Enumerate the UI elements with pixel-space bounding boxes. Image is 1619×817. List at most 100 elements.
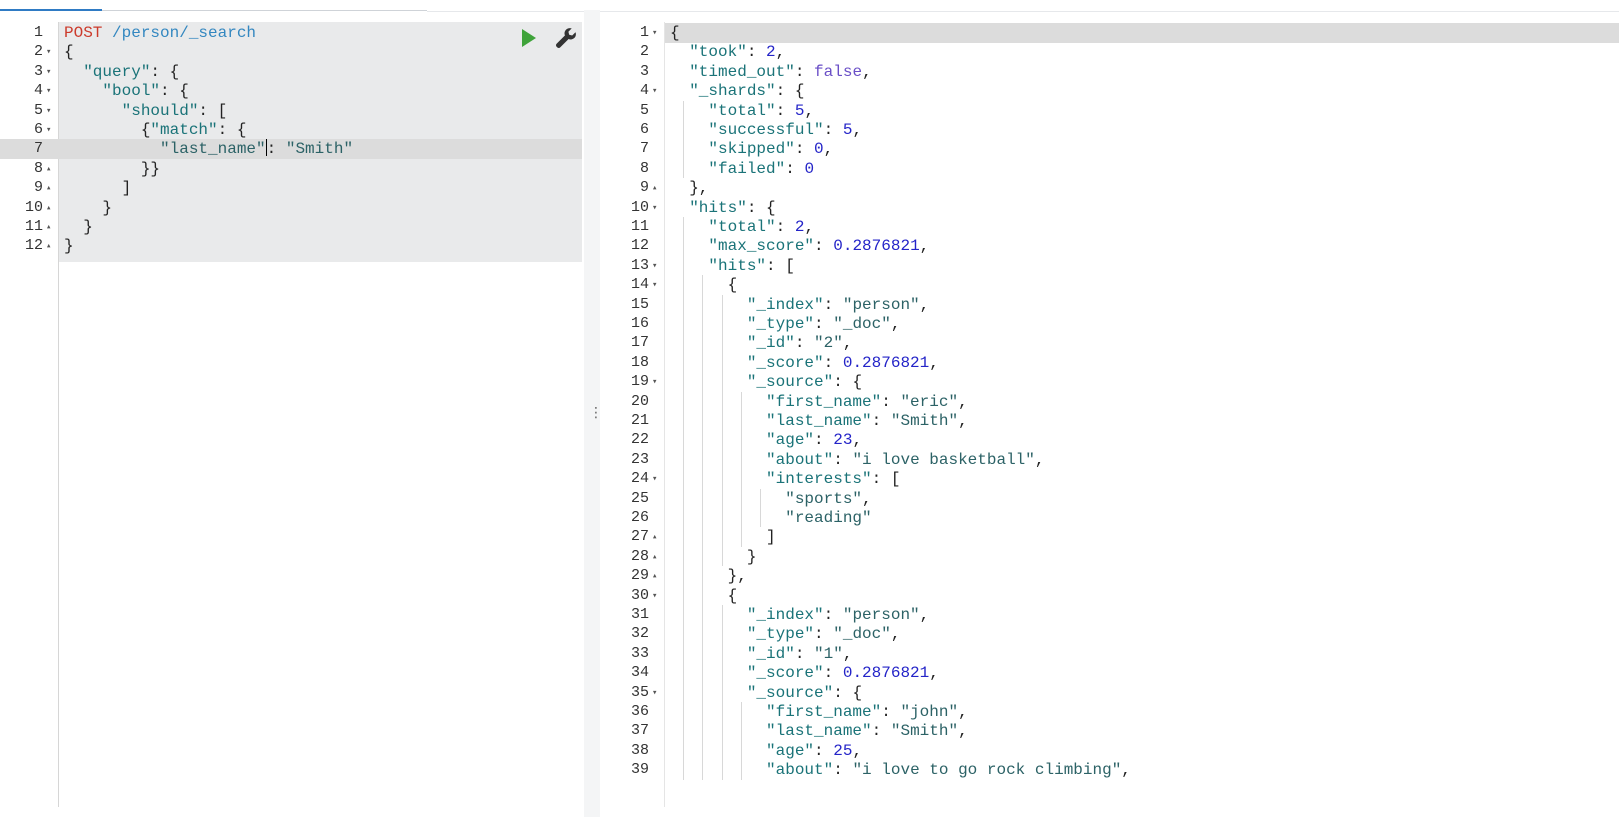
code-text[interactable]: "query": { (64, 62, 179, 82)
indent-guide (683, 217, 685, 780)
line-number: 3 (639, 62, 649, 80)
response-line: 26 "reading" (602, 508, 1619, 528)
code-text[interactable]: "_index": "person", (670, 295, 929, 315)
code-text[interactable]: "total": 5, (670, 101, 814, 121)
request-line: 4 ▾ "bool": { (0, 81, 582, 101)
code-text[interactable]: "first_name": "john", (670, 702, 968, 722)
code-text[interactable]: POST /person/_search (64, 23, 256, 43)
code-text[interactable]: { (670, 275, 738, 295)
code-text[interactable]: "_score": 0.2876821, (670, 353, 939, 373)
fold-down-icon[interactable]: ▾ (46, 120, 51, 140)
line-number: 6 (33, 121, 43, 138)
line-number: 9 (639, 179, 649, 197)
code-text[interactable]: }, (670, 178, 708, 198)
code-text[interactable]: "should": [ (64, 101, 228, 121)
fold-up-icon[interactable]: ▴ (46, 217, 51, 237)
fold-down-icon[interactable]: ▾ (652, 683, 657, 703)
response-line: 16 "_type": "_doc", (602, 314, 1619, 334)
code-text[interactable]: { (64, 42, 74, 62)
code-text[interactable]: "_score": 0.2876821, (670, 663, 939, 683)
fold-down-icon[interactable]: ▾ (652, 372, 657, 392)
fold-down-icon[interactable]: ▾ (652, 81, 657, 101)
fold-down-icon[interactable]: ▾ (652, 198, 657, 218)
code-text[interactable]: "_shards": { (670, 81, 804, 101)
fold-up-icon[interactable]: ▴ (46, 198, 51, 218)
line-number: 5 (33, 101, 43, 119)
fold-up-icon[interactable]: ▴ (46, 236, 51, 256)
code-text[interactable]: { (670, 586, 738, 606)
request-editor[interactable]: 1 POST /person/_search 2 ▾{3 ▾ "query": {4 ▾ … (0, 22, 582, 807)
fold-up-icon[interactable]: ▴ (652, 527, 657, 547)
code-text[interactable]: "bool": { (64, 81, 188, 101)
code-text[interactable]: ] (670, 527, 776, 547)
line-number: 18 (630, 353, 649, 371)
fold-up-icon[interactable]: ▴ (46, 178, 51, 198)
code-text[interactable]: "_source": { (670, 372, 862, 392)
code-text[interactable]: "_type": "_doc", (670, 314, 901, 334)
code-text[interactable]: "age": 25, (670, 741, 862, 761)
fold-down-icon[interactable]: ▾ (652, 275, 657, 295)
code-text[interactable]: } (64, 217, 93, 237)
code-text[interactable]: "_id": "2", (670, 333, 853, 353)
code-text[interactable]: "last_name": "Smith" (64, 139, 353, 159)
fold-down-icon[interactable]: ▾ (46, 42, 51, 62)
fold-down-icon[interactable]: ▾ (46, 101, 51, 121)
code-text[interactable]: "_type": "_doc", (670, 624, 901, 644)
code-text[interactable]: } (64, 198, 112, 218)
code-text[interactable]: "_id": "1", (670, 644, 853, 664)
active-tab-indicator[interactable] (0, 9, 102, 11)
response-viewer[interactable]: 1 ▾{2 "took": 2, 3 "timed_out": false, 4 ▾ "… (602, 22, 1619, 807)
code-text[interactable]: "took": 2, (670, 42, 785, 62)
line-number: 5 (639, 101, 649, 119)
code-text[interactable]: "max_score": 0.2876821, (670, 236, 929, 256)
fold-down-icon[interactable]: ▾ (652, 256, 657, 276)
code-text[interactable]: }} (64, 159, 160, 179)
code-text[interactable]: }, (670, 566, 747, 586)
code-text[interactable]: {"match": { (64, 120, 247, 140)
code-text[interactable]: "first_name": "eric", (670, 392, 968, 412)
code-text[interactable]: "interests": [ (670, 469, 900, 489)
code-text[interactable]: "_index": "person", (670, 605, 929, 625)
fold-up-icon[interactable]: ▴ (652, 566, 657, 586)
fold-down-icon[interactable]: ▾ (652, 586, 657, 606)
fold-down-icon[interactable]: ▾ (46, 62, 51, 82)
code-text[interactable]: "failed": 0 (670, 159, 814, 179)
response-line: 17 "_id": "2", (602, 333, 1619, 353)
indent-guide (740, 391, 742, 547)
code-text[interactable]: "total": 2, (670, 217, 814, 237)
fold-down-icon[interactable]: ▾ (652, 469, 657, 489)
request-line: 10 ▴ } (0, 198, 582, 218)
code-text[interactable]: } (64, 236, 74, 256)
code-text[interactable]: "age": 23, (670, 430, 862, 450)
code-text[interactable]: "successful": 5, (670, 120, 862, 140)
indent-guide (760, 488, 761, 528)
pane-splitter[interactable]: ⋮ (584, 10, 603, 817)
code-text[interactable]: "about": "i love to go rock climbing", (670, 760, 1131, 780)
code-text[interactable]: ] (64, 178, 132, 198)
code-text[interactable]: "_source": { (670, 683, 862, 703)
request-line: 2 ▾ { (0, 42, 582, 62)
fold-up-icon[interactable]: ▴ (652, 178, 657, 198)
line-number: 1 (639, 24, 649, 41)
code-text[interactable]: "timed_out": false, (670, 62, 871, 82)
indent-guide (721, 294, 723, 567)
line-number: 16 (630, 315, 649, 332)
code-text[interactable]: "about": "i love basketball", (670, 450, 1044, 470)
response-line: 13 ▾ "hits": [ (602, 256, 1619, 276)
fold-down-icon[interactable]: ▾ (46, 81, 51, 101)
code-text[interactable]: "hits": { (670, 198, 775, 218)
code-text[interactable]: "last_name": "Smith", (670, 411, 968, 431)
code-text[interactable]: "hits": [ (670, 256, 794, 276)
line-number: 32 (630, 625, 649, 643)
code-text[interactable]: "last_name": "Smith", (670, 721, 968, 741)
fold-up-icon[interactable]: ▴ (652, 547, 657, 567)
fold-down-icon[interactable]: ▾ (652, 23, 657, 43)
code-text[interactable]: { (670, 23, 680, 43)
code-text[interactable]: "reading" (670, 508, 871, 528)
code-text[interactable]: "sports", (670, 489, 871, 509)
http-method: POST (64, 24, 103, 42)
code-text[interactable]: "skipped": 0, (670, 139, 833, 159)
vertical-ellipsis-icon[interactable]: ⋮ (589, 406, 603, 420)
fold-up-icon[interactable]: ▴ (46, 159, 51, 179)
response-line: 15 "_index": "person", (602, 295, 1619, 315)
